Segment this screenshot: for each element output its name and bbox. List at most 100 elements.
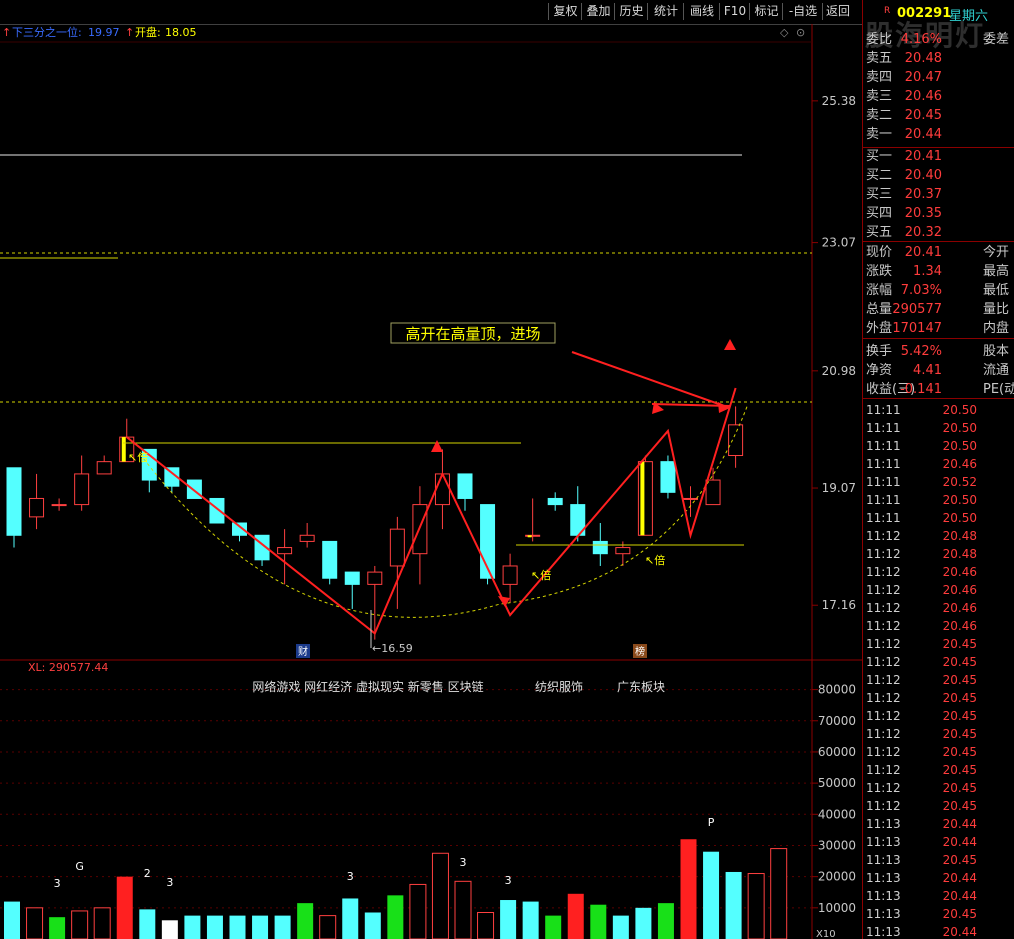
tick-row: 11:13 20.45 <box>863 851 1014 869</box>
candle-body <box>209 497 225 524</box>
tick-price: 20.45 <box>942 745 977 759</box>
volume-bar <box>206 915 223 939</box>
tick-row: 11:12 20.46 <box>863 617 1014 635</box>
toolbar-button-7[interactable]: -自选 <box>782 3 823 20</box>
volume-bar <box>4 901 20 939</box>
order_book-row: 买五 20.32 <box>863 224 1014 242</box>
tick-time: 11:12 <box>866 583 901 597</box>
toolbar-button-2[interactable]: 历史 <box>614 3 648 20</box>
volume-bar <box>49 917 66 939</box>
tick-time: 11:13 <box>866 871 901 885</box>
stock-code[interactable]: 002291 <box>897 6 951 21</box>
r-badge: R <box>884 6 891 16</box>
quote-value: 20.41 <box>904 245 942 260</box>
price-tick-label: 23.07 <box>822 236 856 250</box>
tick-row: 11:11 20.46 <box>863 455 1014 473</box>
volume-tick-label: 30000 <box>818 838 856 852</box>
order_book-label: 买五 <box>866 225 893 240</box>
volume-mark-label: G <box>75 860 84 873</box>
toolbar-button-8[interactable]: 返回 <box>822 3 853 20</box>
volume-tick-label: 50000 <box>818 776 856 790</box>
tick-time: 11:12 <box>866 781 901 795</box>
tick-time: 11:12 <box>866 565 901 579</box>
divider <box>863 338 1014 339</box>
quote-label: 净资 <box>866 363 893 378</box>
tick-time: 11:13 <box>866 889 901 903</box>
quote-extra-label: PE(动 <box>983 382 1014 397</box>
tick-time: 11:12 <box>866 709 901 723</box>
tick-price: 20.45 <box>942 691 977 705</box>
tick-row: 11:12 20.46 <box>863 563 1014 581</box>
tick-time: 11:13 <box>866 907 901 921</box>
tick-price: 20.50 <box>942 403 977 417</box>
tick-row: 11:12 20.45 <box>863 761 1014 779</box>
candle-body <box>683 497 698 500</box>
order_book-row: 卖二 20.45 <box>863 107 1014 125</box>
annotation-arrow <box>571 351 731 409</box>
tick-time: 11:12 <box>866 529 901 543</box>
order_book-label: 买四 <box>866 206 893 221</box>
order_book-value: 20.46 <box>904 89 942 104</box>
order_book-row: 卖五 20.48 <box>863 50 1014 68</box>
arrowhead-icon <box>498 596 510 607</box>
volume-bar <box>567 893 584 939</box>
volume-bar <box>139 909 156 939</box>
quote-extra-label: 流通 <box>983 363 1010 378</box>
tick-price: 20.48 <box>942 529 977 543</box>
candle-body <box>96 461 112 475</box>
toolbar-button-6[interactable]: 标记 <box>749 3 783 20</box>
quote-header: R 002291 星期六 <box>863 4 1014 24</box>
order_book-row: 卖三 20.46 <box>863 88 1014 106</box>
toolbar-button-3[interactable]: 统计 <box>647 3 684 20</box>
tick-time: 11:11 <box>866 511 901 525</box>
tick-price: 20.46 <box>942 565 977 579</box>
kline-chart[interactable]: 高开在高量顶，进场 ←16.59 ↖倍 ↖倍 ↖倍财 榜 25.38 23.07 20.98 1… <box>0 24 862 939</box>
quote-row: 现价 20.41 今开 <box>863 244 1014 262</box>
order_book-label: 卖三 <box>866 89 893 104</box>
volume-bar <box>500 900 517 939</box>
toolbar-button-0[interactable]: 复权 <box>548 3 582 20</box>
quote-value: 4.41 <box>913 363 942 378</box>
tick-row: 11:12 20.45 <box>863 797 1014 815</box>
volume-bar <box>635 907 652 939</box>
tick-price: 20.44 <box>942 871 977 885</box>
sector-label: 网络游戏 网红经济 虚拟现实 新零售 区块链 <box>252 679 483 694</box>
tick-price: 20.45 <box>942 763 977 777</box>
tick-time: 11:12 <box>866 763 901 777</box>
tick-price: 20.45 <box>942 799 977 813</box>
tick-row: 11:12 20.48 <box>863 527 1014 545</box>
quote-label: 外盘 <box>866 321 893 336</box>
order_book-label: 委比 <box>866 32 893 47</box>
volume-bar <box>747 873 765 939</box>
toolbar-button-4[interactable]: 画线 <box>683 3 720 20</box>
tick-price: 20.44 <box>942 835 977 849</box>
candle-body <box>74 473 90 506</box>
volume-tick-label: 40000 <box>818 807 856 821</box>
tick-row: 11:13 20.44 <box>863 923 1014 939</box>
tick-price: 20.50 <box>942 421 977 435</box>
volume-mark-label: 3 <box>505 874 512 887</box>
tick-row: 11:13 20.44 <box>863 833 1014 851</box>
order_book-value: 20.48 <box>904 51 942 66</box>
order_book-value: 20.40 <box>904 168 942 183</box>
volume-tick-label: 20000 <box>818 870 856 884</box>
volume-bar <box>184 915 201 939</box>
volume-bar <box>657 903 674 939</box>
tick-price: 20.50 <box>942 493 977 507</box>
volume-bar <box>364 912 381 939</box>
tick-price: 20.45 <box>942 673 977 687</box>
tick-time: 11:12 <box>866 673 901 687</box>
bang-label: 榜 <box>635 645 645 658</box>
tick-price: 20.45 <box>942 853 977 867</box>
order_book-value: 20.47 <box>904 70 942 85</box>
order_book-label: 买二 <box>866 168 893 183</box>
toolbar-button-5[interactable]: F10 <box>719 3 750 20</box>
toolbar-button-1[interactable]: 叠加 <box>581 3 615 20</box>
tick-price: 20.45 <box>942 709 977 723</box>
volume-bar <box>161 920 178 939</box>
volume-bar <box>454 880 472 939</box>
low-price-label: ←16.59 <box>372 642 413 655</box>
order_book-row: 买一 20.41 <box>863 148 1014 166</box>
volume-bar <box>93 907 111 939</box>
price-tick-label: 25.38 <box>822 94 856 108</box>
